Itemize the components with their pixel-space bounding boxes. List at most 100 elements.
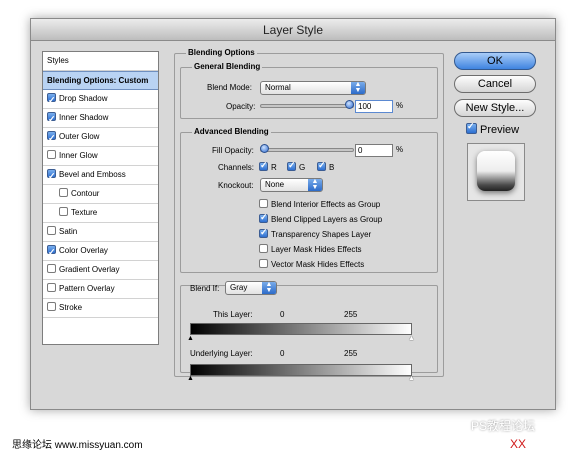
styles-list-item-pattern-overlay[interactable]: Pattern Overlay	[43, 280, 158, 299]
opacity-slider[interactable]	[260, 104, 354, 108]
cancel-button[interactable]: Cancel	[454, 75, 536, 93]
option-label: Blend Interior Effects as Group	[271, 200, 381, 209]
styles-list-item-texture[interactable]: Texture	[43, 204, 158, 223]
gradient-overlay-checkbox[interactable]	[47, 264, 56, 273]
styles-list-item-contour[interactable]: Contour	[43, 185, 158, 204]
satin-checkbox[interactable]	[47, 226, 56, 235]
texture-checkbox[interactable]	[59, 207, 68, 216]
fill-opacity-slider-knob[interactable]	[260, 144, 269, 153]
channel-b-label: B	[329, 163, 335, 172]
styles-list-item-label: Inner Glow	[59, 151, 98, 160]
blend-mode-select[interactable]: Normal ▲ ▼	[260, 81, 366, 95]
ok-button[interactable]: OK	[454, 52, 536, 70]
styles-list-item-label: Color Overlay	[59, 246, 108, 255]
underlying-low-value: 0	[280, 349, 285, 358]
blend-if-select[interactable]: Gray ▲ ▼	[225, 281, 277, 295]
styles-list-item-satin[interactable]: Satin	[43, 223, 158, 242]
drop-shadow-checkbox[interactable]	[47, 91, 56, 109]
option-blend-interior[interactable]: Blend Interior Effects as Group	[259, 199, 380, 209]
blend-if-value: Gray	[230, 283, 248, 292]
pattern-overlay-checkbox[interactable]	[47, 283, 56, 292]
watermark-right-red: XX	[510, 437, 527, 451]
window-title: Layer Style	[31, 19, 555, 41]
channel-g[interactable]: G	[287, 160, 306, 172]
styles-list-item-color-overlay[interactable]: Color Overlay	[43, 242, 158, 261]
style-preview-swatch	[467, 143, 525, 201]
channel-g-label: G	[299, 163, 306, 172]
this-layer-high-value: 255	[344, 310, 358, 319]
option-blend-clipped[interactable]: Blend Clipped Layers as Group	[259, 212, 382, 224]
fill-opacity-label: Fill Opacity:	[212, 146, 254, 155]
blend-mode-value: Normal	[265, 83, 291, 92]
opacity-label: Opacity:	[226, 102, 256, 111]
this-layer-white-slider[interactable]: ▲	[408, 335, 415, 342]
channel-r-label: R	[271, 163, 277, 172]
styles-list-item-label: Pattern Overlay	[59, 284, 115, 293]
channel-g-checkbox[interactable]	[287, 160, 296, 171]
fill-opacity-input[interactable]: 0	[355, 144, 393, 157]
vector-mask-hides-checkbox[interactable]	[259, 259, 268, 268]
styles-list-item-label: Drop Shadow	[59, 94, 108, 103]
channel-b[interactable]: B	[317, 160, 335, 172]
channel-r[interactable]: R	[259, 160, 277, 172]
fill-opacity-slider[interactable]	[260, 148, 354, 152]
styles-list-item-label: Texture	[71, 208, 98, 217]
blend-clipped-checkbox[interactable]	[259, 212, 268, 223]
blending-options-title: Blending Options	[186, 48, 257, 57]
advanced-blending-title: Advanced Blending	[192, 127, 271, 136]
option-layer-mask-hides[interactable]: Layer Mask Hides Effects	[259, 244, 362, 254]
inner-glow-checkbox[interactable]	[47, 150, 56, 159]
inner-shadow-checkbox[interactable]	[47, 110, 56, 128]
channels-label: Channels:	[218, 163, 255, 172]
blend-interior-checkbox[interactable]	[259, 199, 268, 208]
underlying-white-slider[interactable]: ▲	[408, 375, 415, 382]
underlying-black-slider[interactable]: ▲	[187, 375, 194, 382]
styles-list-item-drop-shadow[interactable]: Drop Shadow	[43, 90, 158, 109]
bevel-emboss-checkbox[interactable]	[47, 167, 56, 185]
popup-arrows-icon: ▲ ▼	[262, 281, 276, 294]
channel-r-checkbox[interactable]	[259, 160, 268, 171]
contour-checkbox[interactable]	[59, 188, 68, 197]
styles-list-item-label: Contour	[71, 189, 100, 198]
styles-list-item-gradient-overlay[interactable]: Gradient Overlay	[43, 261, 158, 280]
blend-if-label: Blend If:	[190, 284, 220, 293]
styles-list-item[interactable]: Styles	[43, 52, 158, 71]
channel-b-checkbox[interactable]	[317, 160, 326, 171]
styles-list-item-label: Stroke	[59, 303, 83, 312]
preview-thumbnail	[477, 151, 515, 191]
outer-glow-checkbox[interactable]	[47, 129, 56, 147]
this-layer-label: This Layer:	[213, 310, 253, 319]
styles-list-item-inner-shadow[interactable]: Inner Shadow	[43, 109, 158, 128]
stroke-checkbox[interactable]	[47, 302, 56, 311]
layer-mask-hides-checkbox[interactable]	[259, 244, 268, 253]
styles-list-item-stroke[interactable]: Stroke	[43, 299, 158, 318]
styles-list-item-label: Outer Glow	[59, 132, 100, 141]
new-style-button[interactable]: New Style...	[454, 99, 536, 117]
styles-list-item-outer-glow[interactable]: Outer Glow	[43, 128, 158, 147]
transparency-shapes-checkbox[interactable]	[259, 227, 268, 238]
popup-arrows-icon: ▲ ▼	[308, 178, 322, 191]
preview-label: Preview	[480, 124, 520, 136]
opacity-input[interactable]: 100	[355, 100, 393, 113]
option-transparency-shapes[interactable]: Transparency Shapes Layer	[259, 227, 371, 239]
watermark-right: PS教程论坛	[471, 419, 536, 433]
preview-toggle[interactable]: Preview	[466, 121, 520, 136]
this-layer-black-slider[interactable]: ▲	[187, 335, 194, 342]
styles-list-item-label: Styles	[47, 56, 69, 65]
option-vector-mask-hides[interactable]: Vector Mask Hides Effects	[259, 259, 364, 269]
styles-list-item-inner-glow[interactable]: Inner Glow	[43, 147, 158, 166]
styles-list: Styles Blending Options: Custom Drop Sha…	[42, 51, 159, 345]
styles-list-item-blending-options[interactable]: Blending Options: Custom	[43, 71, 158, 90]
color-overlay-checkbox[interactable]	[47, 243, 56, 261]
option-label: Vector Mask Hides Effects	[271, 260, 365, 269]
styles-list-item-bevel-emboss[interactable]: Bevel and Emboss	[43, 166, 158, 185]
opacity-slider-knob[interactable]	[345, 100, 354, 109]
styles-list-item-label: Gradient Overlay	[59, 265, 120, 274]
this-layer-gradient-bar	[190, 323, 412, 335]
styles-list-item-label: Inner Shadow	[59, 113, 109, 122]
preview-checkbox[interactable]	[466, 121, 477, 134]
styles-list-item-label: Bevel and Emboss	[59, 170, 126, 179]
this-layer-low-value: 0	[280, 310, 285, 319]
layer-style-dialog: Layer Style Styles Blending Options: Cus…	[30, 18, 556, 410]
knockout-select[interactable]: None ▲ ▼	[260, 178, 323, 192]
